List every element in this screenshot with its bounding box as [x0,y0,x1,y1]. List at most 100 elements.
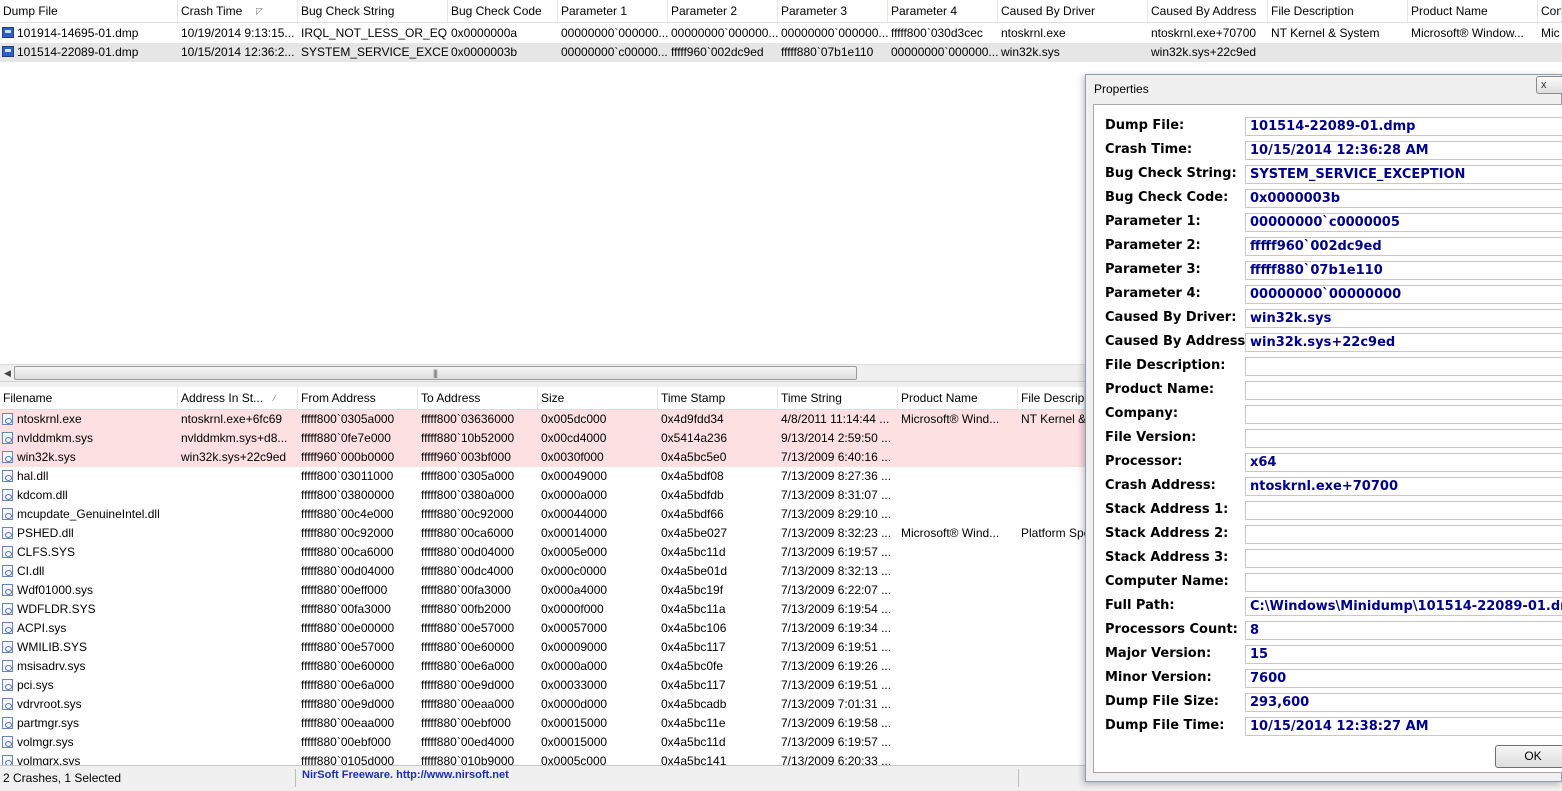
column-header-caused-by-driver[interactable]: Caused By Driver [998,0,1148,22]
cell-size: 0x0030f000 [541,450,604,464]
field-value-stack-address-1[interactable] [1245,501,1562,520]
cell-product-name [898,429,1018,448]
column-header-parameter-4[interactable]: Parameter 4 [888,0,998,22]
field-value-parameter-1[interactable]: 00000000`c0000005 [1245,213,1562,232]
field-value-full-path[interactable]: C:\Windows\Minidump\101514-22089-01.dmp [1245,597,1562,616]
column-header-crash-time[interactable]: Crash Time [178,0,298,22]
column-header-dump-file[interactable]: Dump File [0,0,178,22]
field-value-minor-version[interactable]: 7600 [1245,669,1562,688]
field-value-parameter-3[interactable]: fffff880`07b1e110 [1245,261,1562,280]
column-header-address-in-st[interactable]: Address In St... [178,387,298,409]
field-value-parameter-2[interactable]: fffff960`002dc9ed [1245,237,1562,256]
cell-product-name [898,448,1018,467]
cell-filename: kdcom.dll [17,488,68,502]
field-value-processor[interactable]: x64 [1245,453,1562,472]
field-value-stack-address-3[interactable] [1245,549,1562,568]
column-header-bug-check-string[interactable]: Bug Check String [298,0,448,22]
cell-filename: partmgr.sys [17,716,80,730]
column-header-size[interactable]: Size [538,387,658,409]
cell-address-in-st [178,714,298,733]
status-crash-count: 2 Crashes, 1 Selected [3,771,122,785]
cell-product-name [898,562,1018,581]
field-value-dump-file[interactable]: 101514-22089-01.dmp [1245,117,1562,136]
cell-parameter-4: fffff800`030d3cec [891,26,983,40]
cell-filename: ACPI.sys [17,621,67,635]
field-value-parameter-4[interactable]: 00000000`00000000 [1245,285,1562,304]
field-label-dump-file-size: Dump File Size: [1105,694,1219,709]
field-value-caused-by-address[interactable]: win32k.sys+22c9ed [1245,333,1562,352]
field-value-major-version[interactable]: 15 [1245,645,1562,664]
cell-product-name [898,619,1018,638]
column-header-to-address[interactable]: To Address [418,387,538,409]
field-value-file-version[interactable] [1245,429,1562,448]
field-label-parameter-2: Parameter 2: [1105,238,1201,253]
column-header-file-descript[interactable]: File Descript [1018,387,1085,409]
cell-to-address: fffff800`0380a000 [421,488,515,502]
field-label-parameter-1: Parameter 1: [1105,214,1201,229]
ok-button[interactable]: OK [1495,745,1562,768]
scroll-left-icon[interactable]: ◀ [0,365,15,382]
scrollbar-thumb[interactable]: ||| [14,366,857,380]
field-value-computer-name[interactable] [1245,573,1562,592]
column-header-bug-check-code[interactable]: Bug Check Code [448,0,558,22]
nirsoft-link[interactable]: NirSoft Freeware. http://www.nirsoft.net [302,769,509,781]
field-value-dump-file-size[interactable]: 293,600 [1245,693,1562,712]
cell-product-name [898,486,1018,505]
column-header-product-name[interactable]: Product Name [1408,0,1538,22]
status-separator [295,769,296,787]
field-value-crash-address[interactable]: ntoskrnl.exe+70700 [1245,477,1562,496]
crash-row[interactable]: 101514-22089-01.dmp 10/15/2014 12:36:2...… [0,43,1562,62]
field-value-bug-check-string[interactable]: SYSTEM_SERVICE_EXCEPTION [1245,165,1562,184]
cell-from-address: fffff800`03011000 [301,469,394,483]
column-header-from-address[interactable]: From Address [298,387,418,409]
column-header-time-string[interactable]: Time String [778,387,898,409]
cell-from-address: fffff880`00ebf000 [301,735,391,749]
cell-address-in-st: ntoskrnl.exe+6fc69 [181,412,283,426]
column-header-filename[interactable]: Filename [0,387,178,409]
column-header-file-description[interactable]: File Description [1268,0,1408,22]
cell-time-stamp: 0x4a5bdfdb [661,488,724,502]
field-value-caused-by-driver[interactable]: win32k.sys [1245,309,1562,328]
column-header-con[interactable]: Con [1538,0,1562,22]
cell-product-name: Microsoft® Window... [1411,26,1524,40]
cell-time-string: 7/13/2009 6:20:33 ... [781,754,892,765]
field-value-bug-check-code[interactable]: 0x0000003b [1245,189,1562,208]
field-value-crash-time[interactable]: 10/15/2014 12:36:28 AM [1245,141,1562,160]
crash-row[interactable]: 101914-14695-01.dmp 10/19/2014 9:13:15...… [0,24,1562,43]
field-label-company: Company: [1105,406,1179,421]
field-value-processors-count[interactable]: 8 [1245,621,1562,640]
cell-address-in-st [178,505,298,524]
field-label-crash-time: Crash Time: [1105,142,1193,157]
cell-caused-by-driver: win32k.sys [1001,45,1060,59]
cell-file-description: NT Kernel & System [1271,26,1380,40]
cell-filename: volmgr.sys [17,735,74,749]
field-label-processors-count: Processors Count: [1105,622,1238,637]
cell-file-descript [1018,505,1085,524]
column-header-parameter-3[interactable]: Parameter 3 [778,0,888,22]
field-value-file-description[interactable] [1245,357,1562,376]
field-value-product-name[interactable] [1245,381,1562,400]
cell-to-address: fffff880`10b52000 [421,431,515,445]
cell-product-name [898,505,1018,524]
cell-from-address: fffff880`00e6a000 [301,678,395,692]
cell-size: 0x0005c000 [541,754,607,765]
cell-file-descript [1018,695,1085,714]
cell-file-descript [1018,657,1085,676]
field-value-dump-file-time[interactable]: 10/15/2014 12:38:27 AM [1245,717,1562,736]
cell-to-address: fffff880`00c92000 [421,507,514,521]
cell-filename: nvlddmkm.sys [17,431,94,445]
cell-time-string: 7/13/2009 8:27:36 ... [781,469,892,483]
field-label-stack-address-3: Stack Address 3: [1105,550,1229,565]
cell-time-stamp: 0x4a5bc117 [661,640,726,654]
column-header-parameter-2[interactable]: Parameter 2 [668,0,778,22]
cell-from-address: fffff880`00fa3000 [301,602,391,616]
column-header-parameter-1[interactable]: Parameter 1 [558,0,668,22]
field-value-stack-address-2[interactable] [1245,525,1562,544]
column-header-caused-by-address[interactable]: Caused By Address [1148,0,1268,22]
column-header-product-name[interactable]: Product Name [898,387,1018,409]
close-button[interactable]: x [1536,76,1562,94]
cell-address-in-st [178,524,298,543]
column-header-time-stamp[interactable]: Time Stamp [658,387,778,409]
cell-size: 0x00009000 [541,640,608,654]
field-value-company[interactable] [1245,405,1562,424]
